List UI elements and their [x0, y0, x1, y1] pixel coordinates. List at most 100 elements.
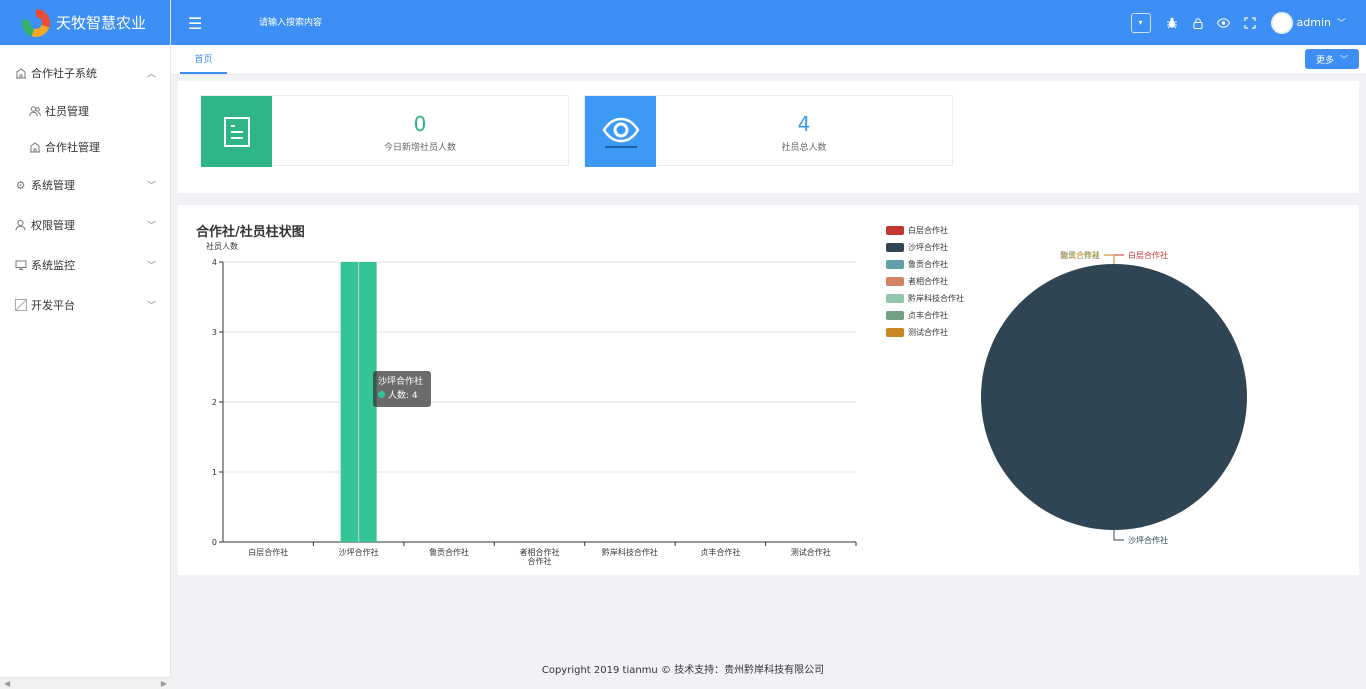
stat-value: 0 [413, 112, 427, 136]
legend-item[interactable]: 者相合作社 [886, 273, 964, 290]
stats-panel: 0 今日新增社员人数 4 社员总人数 [178, 81, 1359, 193]
legend-swatch [886, 226, 904, 235]
legend-item[interactable]: 沙坪合作社 [886, 239, 964, 256]
sidebar-item-label: 社员管理 [45, 105, 89, 118]
chevron-up-icon: ︿ [146, 69, 156, 80]
pie-legend: 白层合作社沙坪合作社鲁贡合作社者相合作社黔岸科技合作社 贞丰合作社测试合作社 [886, 222, 964, 341]
tabs-bar: 首页 更多 ﹀ [171, 45, 1366, 75]
chevron-down-icon: ﹀ [146, 301, 156, 312]
user-icon [14, 219, 27, 232]
x-tick-label: 白层合作社 [248, 547, 288, 557]
legend-item[interactable]: 测试合作社 [886, 324, 964, 341]
sidebar-menu: 合作社子系统 ︿ 社员管理 合作社管理 ⚙ 系统管理 ﹀ 权限管理 ﹀ 系统监控… [0, 53, 170, 325]
legend-label: 沙坪合作社 [908, 243, 948, 252]
stat-value: 4 [797, 112, 811, 136]
legend-swatch [886, 277, 904, 286]
fullscreen-icon[interactable] [1243, 16, 1257, 30]
legend-item[interactable]: 贞丰合作社 [886, 307, 964, 324]
app-title: 天牧智慧农业 [56, 14, 147, 32]
eye-icon [585, 96, 656, 167]
y-tick-label: 3 [212, 328, 217, 337]
search-input[interactable] [259, 14, 439, 32]
pie-label: 测试合作社 [1060, 250, 1100, 260]
chevron-down-icon: ﹀ [146, 181, 156, 192]
legend-item[interactable]: 黔岸科技合作社 [886, 290, 964, 307]
legend-item[interactable]: 白层合作社 [886, 222, 964, 239]
scroll-right-icon[interactable]: ▶ [161, 679, 167, 688]
users-icon [28, 105, 41, 118]
pie-label: 沙坪合作社 [1128, 535, 1168, 545]
sidebar-scrollbar[interactable]: ◀ ▶ [0, 677, 171, 689]
sidebar-item-dev-platform[interactable]: 开发平台 ﹀ [0, 285, 170, 325]
legend-swatch [886, 260, 904, 269]
chart-tooltip: 沙坪合作社 人数: 4 [373, 371, 431, 407]
x-tick-label: 测试合作社 [791, 547, 831, 557]
bar-chart[interactable]: 01234白层合作社 沙坪合作社 鲁贡合作社 者相合作社合作社黔岸科技合作社 贞丰合作社… [178, 205, 878, 575]
sidebar-item-label: 开发平台 [31, 299, 75, 312]
label-leader [1113, 254, 1124, 264]
scroll-left-icon[interactable]: ◀ [4, 679, 10, 688]
sidebar-item-label: 系统管理 [31, 179, 75, 192]
legend-label: 贞丰合作社 [908, 311, 948, 320]
x-tick-label: 合作社 [528, 556, 552, 566]
y-tick-label: 4 [212, 258, 217, 267]
username[interactable]: admin [1297, 16, 1331, 29]
monitor-icon [14, 259, 27, 272]
label-leader [1113, 530, 1124, 541]
lock-icon[interactable] [1191, 16, 1205, 30]
pie-slice-沙坪合作社[interactable] [981, 264, 1247, 530]
app-logo[interactable]: 天牧智慧农业 [0, 0, 170, 45]
chevron-down-icon: ﹀ [1340, 54, 1348, 64]
dropdown-icon[interactable]: ▾ [1130, 12, 1151, 33]
x-tick-label: 者相合作社 [520, 547, 560, 557]
x-tick-label: 沙坪合作社 [339, 547, 379, 557]
sidebar: 天牧智慧农业 合作社子系统 ︿ 社员管理 合作社管理 ⚙ 系统管理 ﹀ 权限管理… [0, 0, 171, 689]
stat-label: 今日新增社员人数 [383, 143, 456, 153]
legend-item[interactable]: 鲁贡合作社 [886, 256, 964, 273]
chevron-down-icon: ﹀ [146, 261, 156, 272]
sidebar-item-permission-management[interactable]: 权限管理 ﹀ [0, 205, 170, 245]
pie-label: 白层合作社 [1128, 250, 1168, 260]
legend-swatch [886, 311, 904, 320]
sidebar-item-cooperative-system[interactable]: 合作社子系统 ︿ [0, 53, 170, 93]
legend-label: 鲁贡合作社 [908, 260, 948, 269]
sidebar-item-system-monitor[interactable]: 系统监控 ﹀ [0, 245, 170, 285]
chart-panel: 合作社/社员柱状图 社员人数 0 1 2 3 4 白层合作社 沙坪合作社 鲁贡合作社 者相合作社… [178, 205, 1359, 575]
y-tick-label: 2 [212, 398, 217, 407]
tooltip-line: 人数: 4 [378, 389, 426, 403]
x-tick-label: 贞丰合作社 [700, 547, 740, 557]
more-button[interactable]: 更多 ﹀ [1305, 49, 1359, 69]
legend-label: 黔岸科技合作社 [908, 294, 964, 303]
avatar[interactable] [1270, 11, 1293, 34]
legend-swatch [886, 294, 904, 303]
x-tick-label: 黔岸科技合作社 [602, 547, 658, 557]
legend-label: 者相合作社 [908, 277, 948, 286]
eye-icon[interactable] [1217, 16, 1231, 30]
sidebar-item-cooperative-management[interactable]: 合作社管理 [0, 129, 170, 165]
chevron-down-icon: ﹀ [146, 221, 156, 232]
pie-label: 鲁贡合作社 [1060, 250, 1100, 260]
logo-icon [22, 8, 50, 37]
stat-total-members: 4 社员总人数 [584, 95, 953, 167]
chevron-down-icon[interactable]: ﹀ [1337, 16, 1346, 29]
top-bar: ☰ ▾ admin ﹀ [171, 0, 1366, 45]
image-icon [14, 299, 27, 312]
more-button-label: 更多 [1315, 55, 1334, 66]
legend-label: 白层合作社 [908, 226, 948, 235]
bug-icon[interactable] [1165, 16, 1179, 30]
gear-icon: ⚙ [15, 178, 26, 192]
stat-new-members: 0 今日新增社员人数 [200, 95, 569, 167]
series-dot-icon [378, 391, 385, 398]
menu-icon[interactable]: ☰ [188, 14, 202, 33]
stat-label: 社员总人数 [781, 143, 827, 153]
building-icon [14, 67, 27, 80]
y-tick-label: 0 [212, 538, 217, 547]
tab-home[interactable]: 首页 [180, 45, 227, 74]
x-tick-label: 鲁贡合作社 [429, 547, 469, 557]
sidebar-item-member-management[interactable]: 社员管理 [0, 93, 170, 129]
sidebar-item-label: 权限管理 [31, 219, 75, 232]
sidebar-item-system-management[interactable]: ⚙ 系统管理 ﹀ [0, 165, 170, 205]
legend-swatch [886, 243, 904, 252]
sidebar-item-label: 系统监控 [31, 259, 75, 272]
footer: Copyright 2019 tianmu © 技术支持：贵州黔岸科技有限公司 [541, 665, 825, 676]
